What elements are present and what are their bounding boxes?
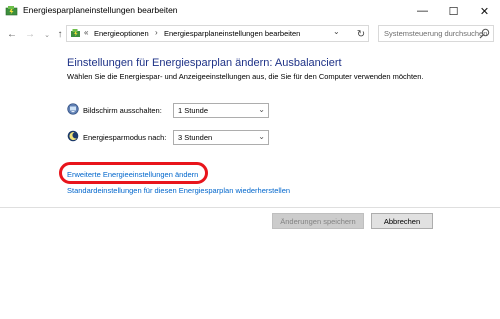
chevron-down-icon: ⌄ bbox=[258, 105, 265, 114]
power-options-app-icon bbox=[5, 6, 18, 16]
sleep-after-select[interactable]: 3 Stunden ⌄ bbox=[173, 130, 269, 145]
up-button[interactable]: ↑ bbox=[53, 26, 67, 42]
title-bar: Energiesparplaneinstellungen bearbeiten … bbox=[0, 0, 500, 22]
recent-locations-button[interactable]: ⌄ bbox=[40, 27, 54, 43]
minimize-button[interactable]: — bbox=[407, 0, 438, 22]
breadcrumb-current[interactable]: Energiesparplaneinstellungen bearbeiten bbox=[164, 29, 300, 38]
navigation-bar: ← → ⌄ ↑ « Energieoptionen › Energiesparp… bbox=[0, 22, 500, 46]
address-bar[interactable]: « Energieoptionen › Energiesparplaneinst… bbox=[66, 25, 369, 42]
page-description: Wählen Sie die Energiespar- und Anzeigee… bbox=[67, 72, 424, 81]
display-power-icon bbox=[67, 103, 79, 115]
red-annotation-outline bbox=[59, 162, 208, 184]
power-options-icon bbox=[71, 29, 80, 37]
search-placeholder: Systemsteuerung durchsuchen bbox=[384, 29, 488, 38]
save-changes-button[interactable]: Änderungen speichern bbox=[272, 213, 364, 229]
breadcrumb-overflow-chevron[interactable]: « bbox=[84, 28, 88, 37]
display-off-label: Bildschirm ausschalten: bbox=[83, 106, 162, 115]
page-title: Einstellungen für Energiesparplan ändern… bbox=[67, 57, 342, 69]
refresh-icon[interactable]: ↻ bbox=[354, 27, 368, 41]
search-input[interactable]: Systemsteuerung durchsuchen bbox=[378, 25, 494, 42]
display-off-select[interactable]: 1 Stunde ⌄ bbox=[173, 103, 269, 118]
forward-button[interactable]: → bbox=[23, 26, 37, 42]
footer-divider bbox=[0, 207, 500, 208]
search-icon[interactable] bbox=[479, 28, 490, 39]
breadcrumb-separator: › bbox=[155, 28, 158, 37]
sleep-after-value: 3 Stunden bbox=[178, 133, 213, 142]
maximize-button[interactable]: ☐ bbox=[438, 0, 469, 22]
restore-defaults-link[interactable]: Standardeinstellungen für diesen Energie… bbox=[67, 186, 290, 195]
display-off-value: 1 Stunde bbox=[178, 106, 209, 115]
chevron-down-icon: ⌄ bbox=[258, 132, 265, 141]
window-title: Energiesparplaneinstellungen bearbeiten bbox=[23, 5, 178, 15]
sleep-after-label: Energiesparmodus nach: bbox=[83, 133, 167, 142]
breadcrumb-energieoptionen[interactable]: Energieoptionen bbox=[94, 29, 149, 38]
back-button[interactable]: ← bbox=[5, 26, 19, 42]
chevron-down-icon[interactable]: ⌄ bbox=[333, 27, 340, 36]
sleep-moon-icon bbox=[67, 130, 79, 142]
close-button[interactable]: ✕ bbox=[469, 0, 500, 22]
cancel-button[interactable]: Abbrechen bbox=[371, 213, 433, 229]
